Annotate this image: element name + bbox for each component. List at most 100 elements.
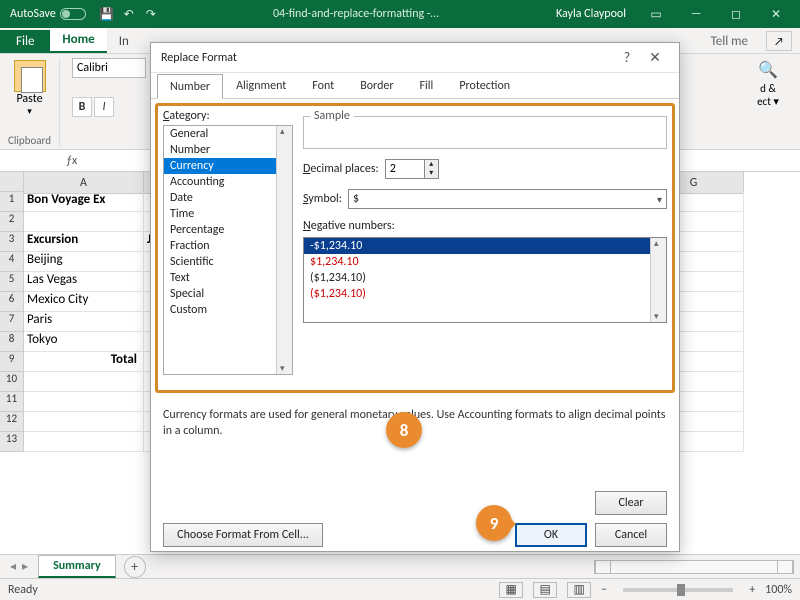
tab-protection[interactable]: Protection [446, 73, 523, 98]
list-item[interactable]: ($1,234.10) [304, 270, 666, 286]
list-item[interactable]: Date [164, 190, 292, 206]
list-item[interactable]: Special [164, 286, 292, 302]
tell-me[interactable]: Tell me [701, 30, 758, 53]
row-header[interactable]: 12 [0, 412, 24, 432]
sheet-nav-next-icon[interactable]: ▸ [22, 559, 28, 574]
ok-button[interactable]: OK [515, 523, 587, 547]
clear-button[interactable]: Clear [595, 491, 667, 515]
share-icon[interactable]: ↗ [766, 31, 792, 51]
ribbon-options-icon[interactable]: ▭ [636, 0, 676, 28]
list-item[interactable]: Number [164, 142, 292, 158]
list-item[interactable]: Text [164, 270, 292, 286]
save-icon[interactable]: 💾 [98, 5, 116, 23]
row-header[interactable]: 3 [0, 232, 24, 252]
spin-down-icon[interactable]: ▾ [425, 169, 438, 178]
symbol-select[interactable]: $ ▾ [348, 189, 667, 209]
redo-icon[interactable]: ↷ [142, 5, 160, 23]
cancel-button[interactable]: Cancel [595, 523, 667, 547]
col-header[interactable]: A [24, 172, 144, 194]
font-name-input[interactable]: Calibri [72, 58, 146, 78]
tab-fill[interactable]: Fill [407, 73, 447, 98]
dialog-footer: Clear Choose Format From Cell... OK Canc… [151, 485, 679, 551]
tab-home[interactable]: Home [50, 28, 106, 53]
cell[interactable]: Las Vegas [24, 272, 144, 292]
list-item[interactable]: -$1,234.10 [304, 238, 666, 254]
negative-scrollbar[interactable] [650, 238, 666, 322]
clipboard-label: Clipboard [8, 132, 51, 147]
help-icon[interactable]: ? [613, 49, 641, 66]
tab-border[interactable]: Border [347, 73, 406, 98]
sheet-tab-summary[interactable]: Summary [38, 555, 116, 578]
zoom-slider[interactable] [623, 588, 733, 592]
paste-icon [14, 60, 46, 92]
sheet-tab-bar: ◂ ▸ Summary + [0, 554, 800, 578]
dialog-titlebar[interactable]: Replace Format ? ✕ [151, 43, 679, 73]
tab-insert[interactable]: In [107, 30, 141, 53]
cell[interactable]: Bon Voyage Ex [24, 192, 144, 212]
list-item[interactable]: ($1,234.10) [304, 286, 666, 302]
user-name[interactable]: Kayla Claypool [546, 7, 636, 21]
row-header[interactable]: 1 [0, 192, 24, 212]
pagelayout-view-icon[interactable]: ▤ [533, 582, 557, 598]
list-item[interactable]: Accounting [164, 174, 292, 190]
tab-number[interactable]: Number [157, 74, 223, 99]
add-sheet-button[interactable]: + [124, 556, 146, 578]
tab-font[interactable]: Font [299, 73, 347, 98]
cell[interactable]: Paris [24, 312, 144, 332]
find-select[interactable]: 🔍 d & ect ▾ [750, 58, 786, 108]
fx-icon[interactable]: ƒx [58, 154, 85, 168]
row-header[interactable]: 2 [0, 212, 24, 232]
row-header[interactable]: 6 [0, 292, 24, 312]
row-header[interactable]: 13 [0, 432, 24, 452]
list-item[interactable]: General [164, 126, 292, 142]
list-item[interactable]: Percentage [164, 222, 292, 238]
sheet-nav-prev-icon[interactable]: ◂ [10, 559, 16, 574]
dialog-close-icon[interactable]: ✕ [641, 49, 669, 66]
italic-button[interactable]: I [94, 97, 114, 117]
autosave[interactable]: AutoSave [4, 7, 92, 21]
pagebreak-view-icon[interactable]: ▥ [567, 582, 591, 598]
cell[interactable]: Tokyo [24, 332, 144, 352]
decimal-places-input[interactable] [385, 159, 425, 179]
category-list[interactable]: General Number Currency Accounting Date … [163, 125, 293, 375]
autosave-toggle[interactable] [60, 8, 86, 20]
row-header[interactable]: 11 [0, 392, 24, 412]
row-header[interactable]: 9 [0, 352, 24, 372]
symbol-value: $ [353, 192, 359, 206]
zoom-out-icon[interactable]: − [601, 583, 607, 597]
paste-dropdown-icon[interactable]: ▾ [27, 106, 32, 117]
row-header[interactable]: 7 [0, 312, 24, 332]
tab-file[interactable]: File [0, 30, 50, 53]
row-header[interactable]: 8 [0, 332, 24, 352]
negative-numbers-list[interactable]: -$1,234.10 $1,234.10 ($1,234.10) ($1,234… [303, 237, 667, 323]
horizontal-scrollbar[interactable] [594, 560, 794, 574]
cell[interactable]: Mexico City [24, 292, 144, 312]
cell[interactable]: Beijing [24, 252, 144, 272]
zoom-in-icon[interactable]: + [749, 583, 755, 597]
bold-button[interactable]: B [72, 97, 92, 117]
select-all-corner[interactable] [0, 172, 24, 192]
minimize-icon[interactable]: — [676, 0, 716, 28]
normal-view-icon[interactable]: ▦ [499, 582, 523, 598]
undo-icon[interactable]: ↶ [120, 5, 138, 23]
row-header[interactable]: 5 [0, 272, 24, 292]
tab-alignment[interactable]: Alignment [223, 73, 299, 98]
row-header[interactable]: 4 [0, 252, 24, 272]
status-ready: Ready [8, 583, 38, 597]
paste-button[interactable]: Paste ▾ [8, 58, 51, 119]
maximize-icon[interactable]: ◻ [716, 0, 756, 28]
choose-format-button[interactable]: Choose Format From Cell... [163, 523, 323, 547]
list-item[interactable]: Scientific [164, 254, 292, 270]
list-item[interactable]: Custom [164, 302, 292, 318]
list-item[interactable]: $1,234.10 [304, 254, 666, 270]
close-icon[interactable]: ✕ [756, 0, 796, 28]
list-item[interactable]: Currency [164, 158, 292, 174]
decimal-places-spinner[interactable]: ▴▾ [385, 159, 439, 179]
category-scrollbar[interactable] [276, 126, 292, 374]
list-item[interactable]: Time [164, 206, 292, 222]
cell[interactable]: Total [24, 352, 144, 372]
zoom-level[interactable]: 100% [765, 583, 792, 597]
cell[interactable]: Excursion [24, 232, 144, 252]
list-item[interactable]: Fraction [164, 238, 292, 254]
row-header[interactable]: 10 [0, 372, 24, 392]
